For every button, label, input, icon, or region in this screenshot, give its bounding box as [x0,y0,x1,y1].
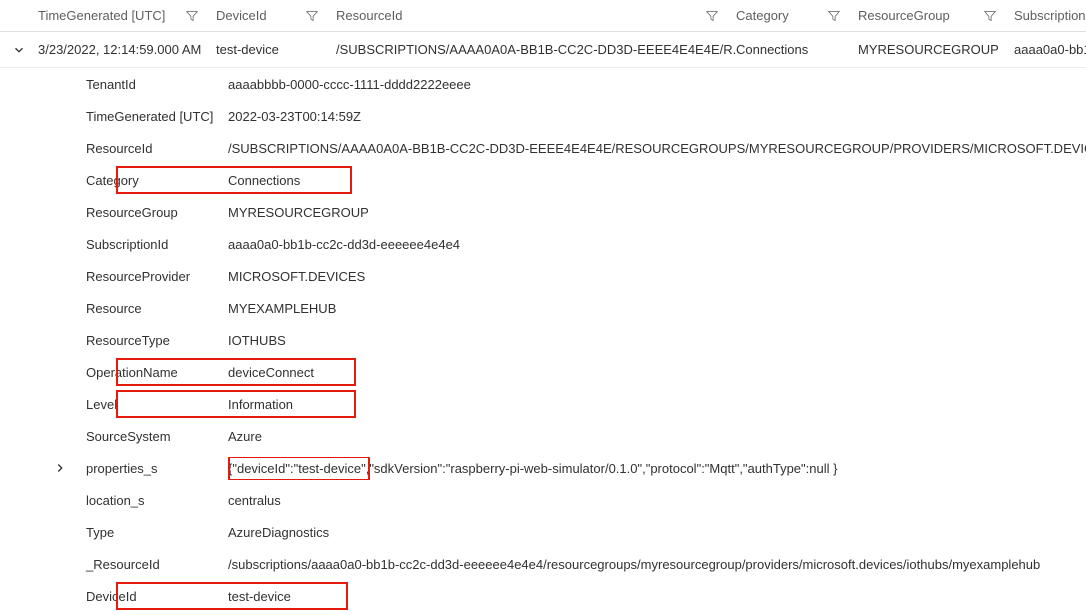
properties-highlight: "deviceId":"test-device" [228,457,369,480]
detail-type: Type AzureDiagnostics [38,516,1086,548]
detail-value: aaaabbbb-0000-cccc-1111-dddd2222eeee [224,75,1086,94]
detail-key: TimeGenerated [UTC] [82,107,224,126]
detail-resourceprovider: ResourceProvider MICROSOFT.DEVICES [38,260,1086,292]
detail-value: /subscriptions/aaaa0a0-bb1b-cc2c-dd3d-ee… [224,555,1086,574]
detail-key: OperationName [82,363,224,382]
detail-underscoreresourceid: _ResourceId /subscriptions/aaaa0a0-bb1b-… [38,548,1086,580]
detail-key: ResourceGroup [82,203,224,222]
cell-time: 3/23/2022, 12:14:59.000 AM [38,42,216,57]
filter-icon[interactable] [186,10,198,22]
filter-icon[interactable] [706,10,718,22]
column-label: Category [736,8,789,23]
detail-value: 2022-03-23T00:14:59Z [224,107,1086,126]
detail-value: aaaa0a0-bb1b-cc2c-dd3d-eeeeee4e4e4 [224,235,1086,254]
detail-key: ResourceProvider [82,267,224,286]
row-details: TenantId aaaabbbb-0000-cccc-1111-dddd222… [0,68,1086,612]
detail-key: Level [82,395,224,414]
detail-key: _ResourceId [82,555,224,574]
cell-subscription: aaaa0a0-bb1 [1014,42,1086,57]
detail-resourceid: ResourceId /SUBSCRIPTIONS/AAAA0A0A-BB1B-… [38,132,1086,164]
detail-sourcesystem: SourceSystem Azure [38,420,1086,452]
log-row[interactable]: 3/23/2022, 12:14:59.000 AM test-device /… [0,32,1086,68]
detail-value: Connections [224,171,1086,190]
column-label: ResourceId [336,8,402,23]
column-label: ResourceGroup [858,8,950,23]
column-header-group[interactable]: ResourceGroup [858,8,1014,23]
cell-resource: /SUBSCRIPTIONS/AAAA0A0A-BB1B-CC2C-DD3D-E… [336,42,736,57]
detail-key: SourceSystem [82,427,224,446]
detail-value: Information [224,395,1086,414]
detail-operationname: OperationName deviceConnect [38,356,1086,388]
detail-tenantid: TenantId aaaabbbb-0000-cccc-1111-dddd222… [38,68,1086,100]
detail-key: Type [82,523,224,542]
detail-value: IOTHUBS [224,331,1086,350]
detail-value: AzureDiagnostics [224,523,1086,542]
column-header-subscription[interactable]: SubscriptionI [1014,8,1086,23]
column-label: TimeGenerated [UTC] [38,8,165,23]
detail-value: MICROSOFT.DEVICES [224,267,1086,286]
column-header-row: TimeGenerated [UTC] DeviceId ResourceId … [0,0,1086,32]
detail-value: test-device [224,587,1086,606]
column-header-time[interactable]: TimeGenerated [UTC] [38,8,216,23]
cell-group: MYRESOURCEGROUP [858,42,1014,57]
filter-icon[interactable] [306,10,318,22]
detail-timegenerated: TimeGenerated [UTC] 2022-03-23T00:14:59Z [38,100,1086,132]
detail-key: Category [82,171,224,190]
row-expander[interactable] [0,43,38,57]
detail-value: MYEXAMPLEHUB [224,299,1086,318]
detail-resourcegroup: ResourceGroup MYRESOURCEGROUP [38,196,1086,228]
detail-key: Resource [82,299,224,318]
detail-properties: properties_s {"deviceId":"test-device","… [38,452,1086,484]
detail-key: ResourceId [82,139,224,158]
detail-subscriptionid: SubscriptionId aaaa0a0-bb1b-cc2c-dd3d-ee… [38,228,1086,260]
column-header-device[interactable]: DeviceId [216,8,336,23]
cell-device: test-device [216,42,336,57]
detail-level: Level Information [38,388,1086,420]
detail-location: location_s centralus [38,484,1086,516]
detail-key: SubscriptionId [82,235,224,254]
detail-value: MYRESOURCEGROUP [224,203,1086,222]
detail-resource: Resource MYEXAMPLEHUB [38,292,1086,324]
detail-value: deviceConnect [224,363,1086,382]
detail-key: TenantId [82,75,224,94]
properties-expander[interactable] [38,461,82,475]
detail-value: centralus [224,491,1086,510]
filter-icon[interactable] [828,10,840,22]
detail-category: Category Connections [38,164,1086,196]
detail-deviceid: DeviceId test-device [38,580,1086,612]
filter-icon[interactable] [984,10,996,22]
detail-key: location_s [82,491,224,510]
properties-post: ,"sdkVersion":"raspberry-pi-web-simulato… [366,461,838,476]
detail-key: ResourceType [82,331,224,350]
column-label: DeviceId [216,8,267,23]
cell-category: Connections [736,42,858,57]
column-label: SubscriptionI [1014,8,1086,23]
detail-key: properties_s [82,459,224,478]
column-header-resource[interactable]: ResourceId [336,8,736,23]
detail-value: {"deviceId":"test-device","sdkVersion":"… [224,457,1086,480]
detail-value: Azure [224,427,1086,446]
detail-value: /SUBSCRIPTIONS/AAAA0A0A-BB1B-CC2C-DD3D-E… [224,139,1086,158]
detail-resourcetype: ResourceType IOTHUBS [38,324,1086,356]
column-header-category[interactable]: Category [736,8,858,23]
detail-key: DeviceId [82,587,224,606]
